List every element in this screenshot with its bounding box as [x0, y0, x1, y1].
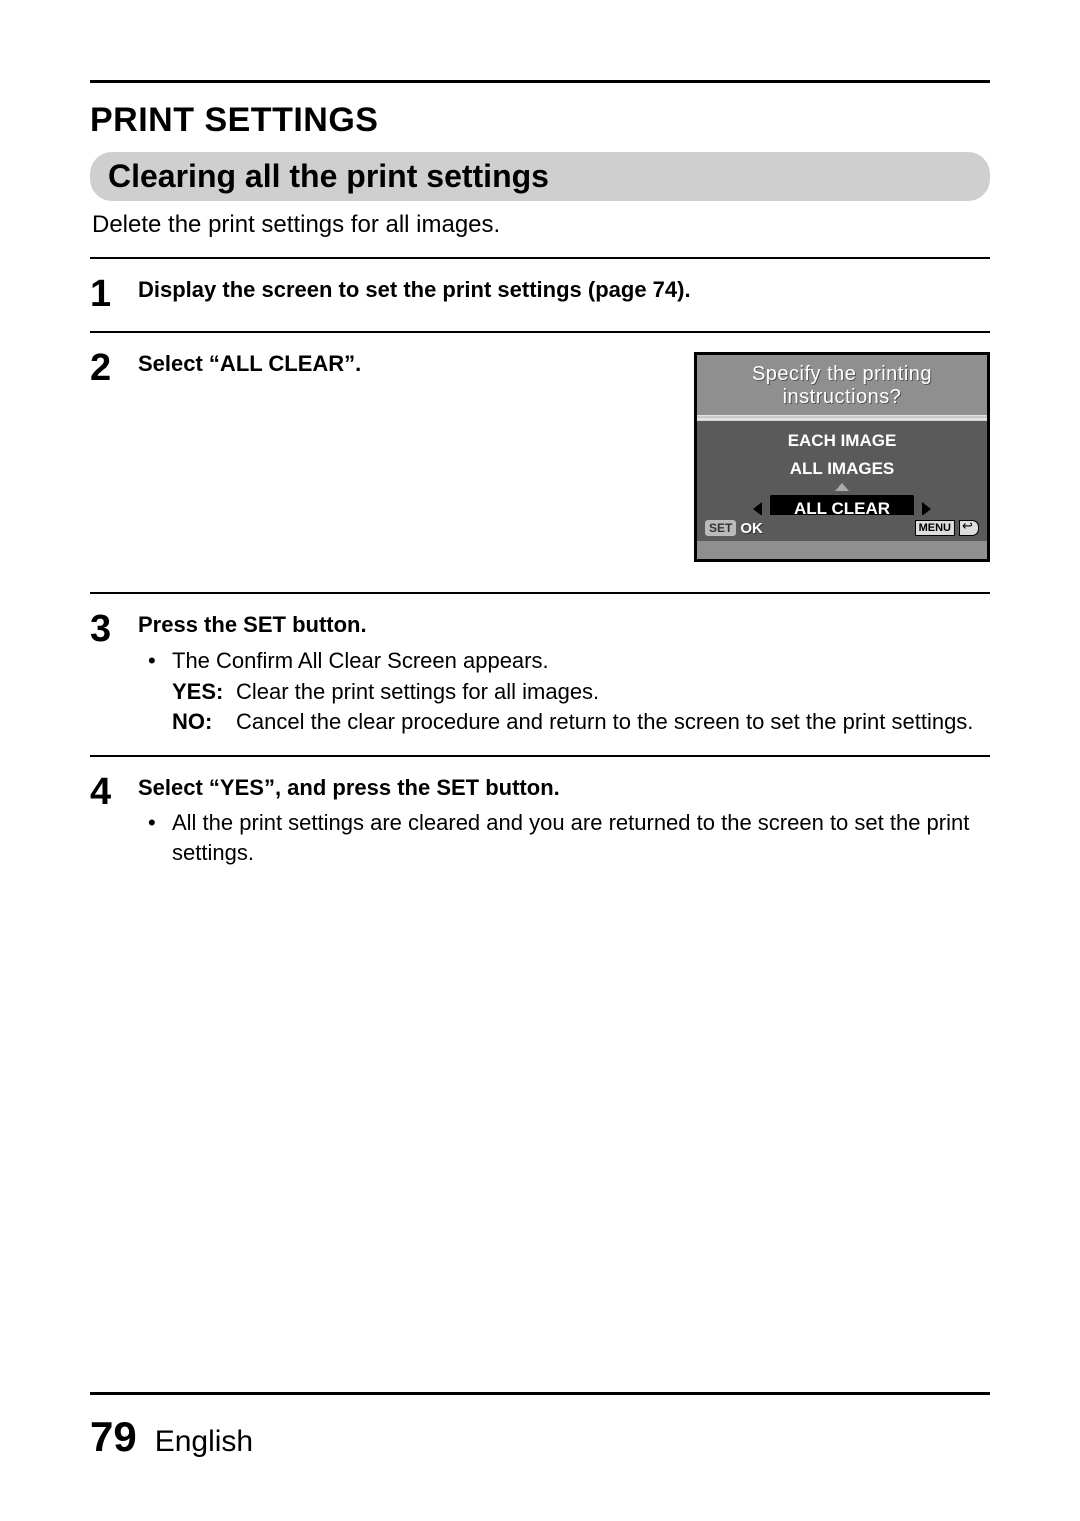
step-lead: Select “ALL CLEAR”.	[138, 351, 361, 376]
left-arrow-icon	[753, 502, 762, 516]
manual-page: PRINT SETTINGS Clearing all the print se…	[0, 0, 1080, 1521]
no-value: Cancel the clear procedure and return to…	[236, 707, 990, 737]
camera-lcd-figure: Specify the printing instructions? EACH …	[694, 352, 990, 562]
no-row: NO: Cancel the clear procedure and retur…	[172, 707, 990, 737]
step-1: 1 Display the screen to set the print se…	[90, 257, 990, 331]
step-bullet: All the print settings are cleared and y…	[138, 808, 990, 867]
step-number: 2	[90, 349, 120, 574]
right-arrow-icon	[922, 502, 931, 516]
menu-return-indicator: MENU	[915, 520, 979, 536]
return-icon	[959, 520, 979, 536]
step-lead: Press the SET button.	[138, 610, 990, 640]
lcd-option-each-image: EACH IMAGE	[735, 427, 949, 455]
yes-value: Clear the print settings for all images.	[236, 677, 990, 707]
lcd-header: Specify the printing instructions?	[697, 355, 987, 415]
lcd-footer: SET OK MENU	[697, 515, 987, 541]
language-label: English	[155, 1425, 253, 1459]
no-key: NO:	[172, 707, 228, 737]
ok-label: OK	[740, 520, 763, 537]
step-lead: Select “YES”, and press the SET button.	[138, 773, 990, 803]
lcd-head-line2: instructions?	[783, 386, 902, 408]
page-footer: 79 English	[90, 1392, 990, 1461]
page-title: PRINT SETTINGS	[90, 101, 990, 140]
step-body: Display the screen to set the print sett…	[138, 275, 990, 313]
step-body: Press the SET button. The Confirm All Cl…	[138, 610, 990, 737]
step-bullet: The Confirm All Clear Screen appears.	[138, 646, 990, 676]
lcd-option-all-images: ALL IMAGES	[735, 455, 949, 483]
page-number: 79	[90, 1413, 137, 1461]
set-ok-indicator: SET OK	[705, 520, 763, 537]
step-number: 1	[90, 275, 120, 313]
step-3: 3 Press the SET button. The Confirm All …	[90, 592, 990, 755]
step-number: 3	[90, 610, 120, 737]
yes-row: YES: Clear the print settings for all im…	[172, 677, 990, 707]
lcd-body: EACH IMAGE ALL IMAGES ALL CLEAR SET OK M…	[697, 421, 987, 541]
rule-top	[90, 80, 990, 83]
section-heading: Clearing all the print settings	[90, 152, 990, 201]
step-body: Select “YES”, and press the SET button. …	[138, 773, 990, 870]
section-intro: Delete the print settings for all images…	[92, 211, 990, 239]
menu-chip: MENU	[915, 520, 955, 536]
lcd-head-line1: Specify the printing	[752, 363, 932, 385]
step-4: 4 Select “YES”, and press the SET button…	[90, 755, 990, 888]
set-chip: SET	[705, 520, 736, 536]
yes-key: YES:	[172, 677, 228, 707]
up-arrow-icon	[835, 483, 849, 491]
step-lead: Display the screen to set the print sett…	[138, 277, 691, 302]
step-number: 4	[90, 773, 120, 870]
